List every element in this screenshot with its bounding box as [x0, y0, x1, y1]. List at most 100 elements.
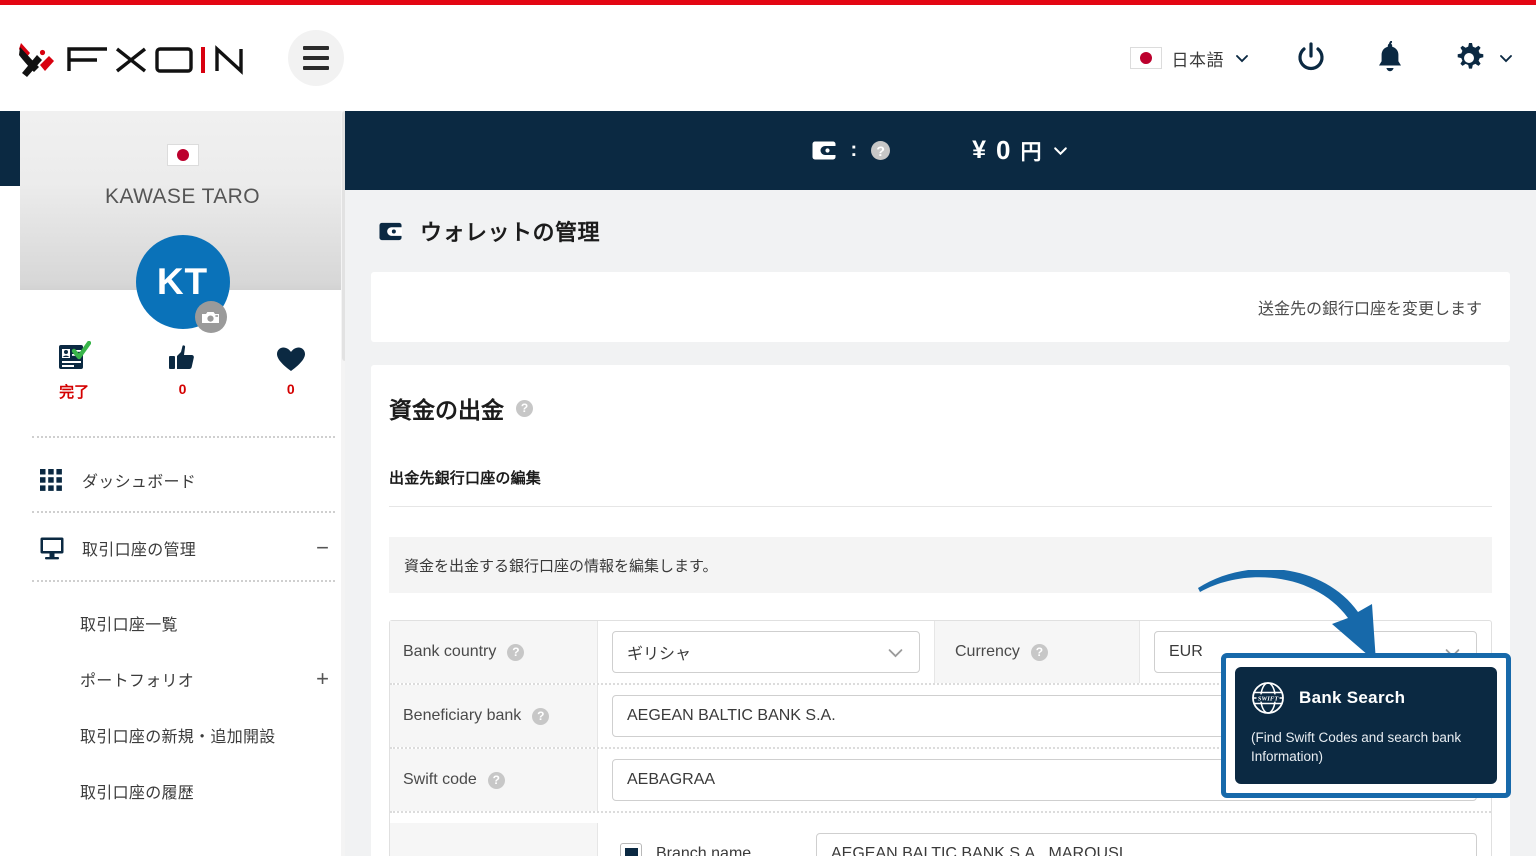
branch-name-input[interactable]: AEGEAN BALTIC BANK S.A., MAROUSI	[816, 833, 1477, 856]
sidebar-divider	[32, 511, 335, 513]
field-label-beneficiary-bank: Beneficiary bank ?	[390, 685, 598, 747]
wallet-label-group: : ?	[812, 139, 891, 162]
bank-search-header: SWIFT Bank Search	[1251, 681, 1481, 715]
section-title-row: 資金の出金 ?	[389, 365, 1492, 425]
gear-icon	[1452, 41, 1486, 75]
help-circle-icon[interactable]: ?	[507, 643, 525, 661]
bank-country-select[interactable]: ギリシャ	[612, 631, 920, 673]
left-accent-strip	[0, 111, 20, 186]
chevron-down-icon	[1234, 50, 1250, 66]
sidebar-item-accounts[interactable]: 取引口座の管理 −	[20, 517, 345, 579]
help-circle-icon[interactable]: ?	[487, 771, 505, 789]
swift-globe-icon: SWIFT	[1251, 681, 1285, 715]
app-root: 日本語 KAWASE TARO KT 完了 0 0 ダッシュボード 取引口座の管…	[0, 0, 1536, 856]
page-header: ウォレットの管理	[345, 190, 1536, 272]
sidebar-item-dashboard[interactable]: ダッシュボード	[20, 449, 345, 511]
currency-value: EUR	[1169, 643, 1203, 660]
sidebar-divider	[32, 436, 335, 438]
sidebar-divider	[32, 580, 335, 582]
monitor-icon	[40, 537, 82, 560]
branch-name-value: AEGEAN BALTIC BANK S.A., MAROUSI	[831, 845, 1124, 856]
stat-favorites-value: 0	[286, 381, 295, 397]
bank-search-subtitle: (Find Swift Codes and search bank Inform…	[1251, 730, 1462, 764]
hamburger-icon-bar	[303, 66, 329, 70]
field-label-currency-text: Currency	[955, 643, 1020, 660]
swift-code-value: AEBAGRAA	[627, 771, 716, 788]
wallet-balance[interactable]: ¥ 0 円	[972, 135, 1068, 166]
field-wrap-branch-name: AEGEAN BALTIC BANK S.A., MAROUSI	[816, 823, 1491, 856]
sidebar-item-portfolio[interactable]: ポートフォリオ +	[20, 651, 345, 707]
wallet-currency-symbol: ¥	[972, 136, 987, 164]
card-gap	[345, 342, 1536, 365]
radio-selected-icon[interactable]	[620, 843, 642, 856]
stat-favorites[interactable]: 0	[237, 339, 345, 402]
sidebar-item-account-history-label: 取引口座の履歴	[80, 785, 195, 802]
id-verified-icon	[20, 339, 128, 373]
sidebar-item-account-list[interactable]: 取引口座一覧	[20, 595, 345, 651]
bank-country-value: ギリシャ	[627, 646, 692, 663]
sidebar-submenu: 取引口座一覧 ポートフォリオ + 取引口座の新規・追加開設 取引口座の履歴	[20, 595, 345, 819]
hamburger-icon-bar	[303, 46, 329, 50]
stat-likes-value: 0	[178, 381, 187, 397]
settings-button[interactable]	[1452, 41, 1486, 75]
notifications-button[interactable]	[1374, 41, 1406, 75]
stat-verification[interactable]: 完了	[20, 339, 128, 402]
heart-icon	[237, 339, 345, 373]
sidebar-item-dashboard-label: ダッシュボード	[82, 474, 197, 491]
hamburger-icon-bar	[303, 56, 329, 60]
help-circle-icon[interactable]: ?	[871, 141, 891, 160]
branch-row-spacer	[390, 823, 598, 856]
field-label-beneficiary-bank-text: Beneficiary bank	[403, 707, 522, 724]
field-label-branch-name: Branch name	[656, 845, 752, 856]
beneficiary-bank-value: AEGEAN BALTIC BANK S.A.	[627, 707, 836, 724]
sidebar-item-open-account[interactable]: 取引口座の新規・追加開設	[20, 707, 345, 763]
chevron-down-icon	[886, 643, 905, 662]
fxon-mark-icon	[17, 37, 59, 79]
field-label-currency: Currency ?	[934, 621, 1140, 683]
field-label-swift-code: Swift code ?	[390, 749, 598, 811]
sidebar-item-accounts-toggle[interactable]: −	[316, 537, 329, 559]
power-icon	[1294, 41, 1328, 75]
wallet-summary-bar: : ? ¥ 0 円	[345, 111, 1536, 190]
field-label-swift-code-text: Swift code	[403, 771, 477, 788]
wallet-icon	[812, 141, 837, 160]
grid-icon	[40, 469, 82, 491]
camera-icon[interactable]	[194, 301, 227, 333]
sidebar-item-portfolio-label: ポートフォリオ	[80, 673, 195, 690]
sidebar: KAWASE TARO KT 完了 0 0 ダッシュボード 取引口座の管理 − …	[20, 111, 345, 856]
page-title: ウォレットの管理	[420, 220, 601, 245]
sidebar-item-account-history[interactable]: 取引口座の履歴	[20, 763, 345, 819]
form-row-branch-name: Branch name AEGEAN BALTIC BANK S.A., MAR…	[390, 813, 1491, 856]
sidebar-item-open-account-label: 取引口座の新規・追加開設	[80, 729, 276, 746]
help-circle-icon[interactable]: ?	[1030, 643, 1048, 661]
fxon-wordmark	[65, 41, 245, 75]
wallet-amount-value: 0	[996, 135, 1011, 165]
sidebar-item-portfolio-toggle[interactable]: +	[316, 668, 329, 690]
help-circle-icon[interactable]: ?	[532, 707, 550, 725]
field-wrap-bank-country: ギリシャ	[598, 621, 934, 683]
stat-likes[interactable]: 0	[128, 339, 236, 402]
section-divider	[389, 506, 1492, 507]
sidebar-item-account-list-label: 取引口座一覧	[80, 617, 178, 634]
header-actions: 日本語	[1129, 41, 1515, 75]
wallet-icon	[379, 222, 402, 241]
subsection-title: 出金先銀行口座の編集	[389, 470, 542, 487]
notice-card: 送金先の銀行口座を変更します	[371, 272, 1510, 342]
language-selector[interactable]: 日本語	[1129, 46, 1251, 71]
profile-stats: 完了 0 0	[20, 339, 345, 402]
wallet-separator: :	[850, 139, 858, 161]
stat-verification-value: 完了	[59, 384, 90, 401]
chevron-down-icon[interactable]	[1052, 142, 1069, 159]
bell-icon	[1374, 41, 1406, 75]
profile-jp-flag-icon	[166, 144, 199, 166]
bank-search-callout[interactable]: SWIFT Bank Search (Find Swift Codes and …	[1221, 653, 1511, 798]
menu-toggle-button[interactable]	[288, 30, 344, 86]
help-circle-icon[interactable]: ?	[516, 399, 533, 417]
brand-logo[interactable]	[17, 37, 245, 79]
logout-button[interactable]	[1294, 41, 1328, 75]
notice-text: 送金先の銀行口座を変更します	[1257, 301, 1482, 318]
bank-search-callout-inner: SWIFT Bank Search (Find Swift Codes and …	[1235, 667, 1497, 784]
profile-user-name: KAWASE TARO	[105, 185, 260, 208]
app-header: 日本語	[0, 5, 1536, 111]
settings-chevron-down-icon[interactable]	[1498, 50, 1514, 66]
